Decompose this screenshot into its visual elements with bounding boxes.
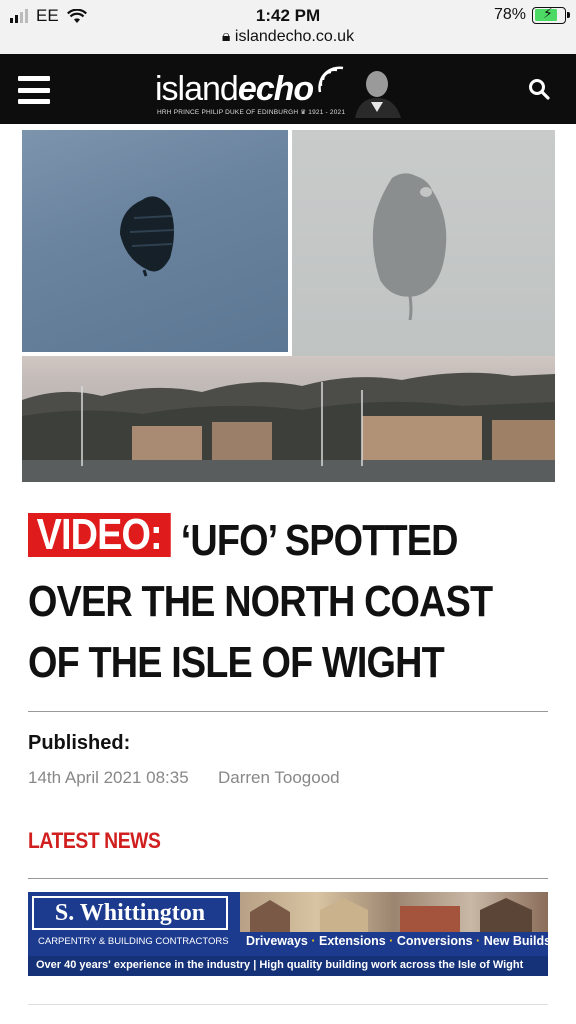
divider [28,711,548,712]
url-text: islandecho.co.uk [234,28,355,45]
video-tag: VIDEO: [28,513,171,557]
ad-name-box: S. Whittington [32,896,228,930]
ad-houses-photo [240,892,548,932]
logo-wordmark: islandecho [155,70,314,108]
status-bar: EE 1:42 PM 🔒︎ islandecho.co.uk 78% ⚡︎ [0,0,576,54]
ad-company-name: S. Whittington [54,900,206,926]
site-header: islandecho HRH PRINCE PHILIP DUKE OF EDI… [0,54,576,124]
address-bar[interactable]: 🔒︎ islandecho.co.uk [0,28,576,46]
search-icon[interactable] [528,78,550,100]
featured-image[interactable] [22,130,555,482]
divider [28,878,548,879]
battery-icon: ⚡︎ [532,4,570,24]
latest-news-heading[interactable]: LATEST NEWS [28,828,161,854]
battery-percent: 78% [493,6,526,23]
ad-services-list: Driveways · Extensions · Conversions · N… [246,934,548,948]
lock-icon: 🔒︎ [221,28,231,45]
advertisement-banner[interactable]: S. Whittington CARPENTRY & BUILDING CONT… [28,892,548,976]
site-logo[interactable]: islandecho HRH PRINCE PHILIP DUKE OF EDI… [155,64,415,120]
ad-company-subtitle: CARPENTRY & BUILDING CONTRACTORS [38,936,229,947]
portrait-icon [355,71,401,118]
logo-tribute: HRH PRINCE PHILIP DUKE OF EDINBURGH ♛ 19… [157,109,346,116]
clock: 1:42 PM [255,6,321,25]
hamburger-menu-icon[interactable] [18,76,50,104]
ad-tagline: Over 40 years' experience in the industr… [36,959,524,971]
ufo-closeup-photo [22,130,288,352]
coastline-photo [22,356,555,482]
signal-waves-icon [318,66,344,93]
divider [28,1004,548,1005]
published-label: Published: [28,732,131,754]
ad-tagline-bar: Over 40 years' experience in the industr… [28,956,548,976]
author-name[interactable]: Darren Toogood [218,768,340,788]
ufo-distant-photo [292,130,555,362]
battery-info: 78% ⚡︎ [493,4,570,24]
article-title: VIDEO: ‘UFO’ SPOTTED OVER THE NORTH COAST… [28,510,548,693]
charging-bolt-icon: ⚡︎ [543,4,553,21]
published-date: 14th April 2021 08:35 [28,768,189,787]
